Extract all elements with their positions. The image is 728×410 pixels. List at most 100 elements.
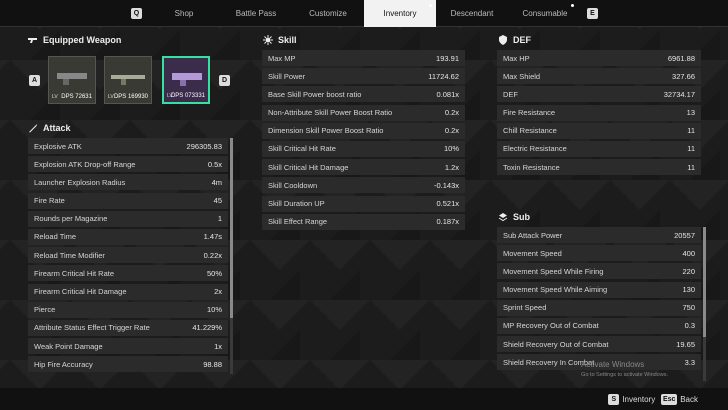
tab-inventory[interactable]: Inventory <box>364 0 436 27</box>
stat-value: 10% <box>443 144 459 154</box>
weapon-dps: DPS 169930 <box>113 94 148 100</box>
stat-label: Skill Critical Hit Damage <box>268 162 349 172</box>
stat-value: 0.2x <box>444 126 459 136</box>
weapon-slot-3-selected[interactable]: LV DPS 073331 <box>162 56 210 104</box>
stat-row: Firearm Critical Hit Damage 2x <box>28 283 228 300</box>
stat-row: Explosion ATK Drop-off Range 0.5x <box>28 156 228 173</box>
stat-value: 0.2x <box>444 108 459 118</box>
inventory-key: S <box>608 393 620 405</box>
stat-row: Fire Resistance 13 <box>497 104 701 121</box>
scrollbar-thumb[interactable] <box>230 138 233 318</box>
back-key: Esc <box>661 393 678 405</box>
stat-row: Reload Time Modifier 0.22x <box>28 247 228 264</box>
prev-weapon-key[interactable]: A <box>29 75 40 86</box>
stat-label: Skill Duration UP <box>268 199 325 208</box>
top-navigation-bar: Q Shop Battle Pass Customize Inventory D… <box>0 0 728 27</box>
stat-row: Movement Speed 400 <box>497 245 701 262</box>
tab-label: Customize <box>309 9 347 18</box>
prev-tab-key[interactable]: Q <box>131 8 142 19</box>
inventory-button[interactable]: S Inventory <box>608 393 655 405</box>
def-stats-table: Max HP 6961.88 Max Shield 327.66 DEF 32734.17… <box>497 50 701 177</box>
stat-row: Toxin Resistance 11 <box>497 159 701 176</box>
stat-row: Hip Fire Accuracy 98.88 <box>28 356 228 373</box>
stat-value: 11724.62 <box>428 71 459 81</box>
section-title: Equipped Weapon <box>43 35 122 45</box>
stat-row: Pierce 10% <box>28 301 228 318</box>
rifle-icon <box>111 75 145 85</box>
sword-icon <box>29 124 37 133</box>
stat-row: Chill Resistance 11 <box>497 122 701 139</box>
stat-row: Launcher Explosion Radius 4m <box>28 174 228 191</box>
section-title: Sub <box>513 212 530 222</box>
stat-value: 11 <box>687 144 695 154</box>
stat-label: Firearm Critical Hit Rate <box>34 268 115 278</box>
attack-scrollbar[interactable] <box>230 138 233 374</box>
stat-row: Max Shield 327.66 <box>497 68 701 85</box>
stat-value: 0.3 <box>684 321 695 331</box>
tab-label: Descendant <box>450 9 494 18</box>
stat-label: Base Skill Power boost ratio <box>268 89 362 99</box>
stat-value: 11 <box>687 126 695 136</box>
skill-stats-table: Max MP 193.91 Skill Power 11724.62 Base Skil… <box>262 50 465 232</box>
stat-row: Max MP 193.91 <box>262 50 465 66</box>
stat-value: 19.65 <box>676 339 695 349</box>
stat-row: Fire Rate 45 <box>28 192 228 209</box>
stat-label: Electric Resistance <box>503 144 567 154</box>
back-label: Back <box>680 394 698 404</box>
next-tab-key[interactable]: E <box>587 8 598 19</box>
stat-label: Firearm Critical Hit Damage <box>34 287 127 296</box>
stat-value: 2x <box>214 287 222 296</box>
tab-consumable[interactable]: Consumable <box>512 0 578 27</box>
tab-customize[interactable]: Customize <box>300 0 356 27</box>
tab-battle-pass[interactable]: Battle Pass <box>225 0 287 27</box>
weapon-dps: DPS 72631 <box>61 94 92 100</box>
stat-value: 0.187x <box>436 217 459 227</box>
weapon-slot-1[interactable]: LV DPS 72631 <box>48 56 96 104</box>
attack-stats-table: Explosive ATK 296305.83 Explosion ATK Drop… <box>28 138 228 374</box>
weapon-slot-2[interactable]: LV DPS 169930 <box>104 56 152 104</box>
stat-label: Explosive ATK <box>34 141 82 151</box>
stat-label: Movement Speed <box>503 248 562 258</box>
watermark-line-2: Go to Settings to activate Windows. <box>581 372 668 378</box>
stat-label: Toxin Resistance <box>503 162 560 172</box>
stat-row: Weak Point Damage 1x <box>28 338 228 355</box>
stat-row: Skill Critical Hit Rate 10% <box>262 140 465 157</box>
stat-value: 41.229% <box>192 323 222 333</box>
stat-value: 327.66 <box>672 71 695 81</box>
stat-label: Dimension Skill Power Boost Ratio <box>268 126 384 136</box>
stat-value: 0.5x <box>207 159 222 169</box>
stat-label: Pierce <box>34 305 56 315</box>
stat-value: 1 <box>217 214 222 224</box>
stat-label: Skill Power <box>268 71 306 81</box>
stat-value: 98.88 <box>203 359 222 369</box>
stat-label: Skill Cooldown <box>268 180 318 190</box>
equipped-weapon-header: Equipped Weapon <box>28 35 121 45</box>
tab-descendant[interactable]: Descendant <box>443 0 501 27</box>
stat-label: Movement Speed While Firing <box>503 266 604 276</box>
stat-label: Shield Recovery Out of Combat <box>503 339 609 349</box>
stat-value: 220 <box>682 266 695 276</box>
stat-value: 45 <box>213 196 222 206</box>
sub-scrollbar[interactable] <box>703 227 706 381</box>
stat-row: Electric Resistance 11 <box>497 140 701 157</box>
stat-value: 400 <box>682 248 695 258</box>
next-weapon-key[interactable]: D <box>219 75 230 86</box>
stat-label: Sub Attack Power <box>503 230 563 240</box>
tab-shop[interactable]: Shop <box>160 0 208 27</box>
stat-row: Explosive ATK 296305.83 <box>28 138 228 154</box>
stat-label: Skill Effect Range <box>268 217 328 227</box>
back-button[interactable]: Esc Back <box>661 393 698 405</box>
stat-value: 750 <box>682 303 695 313</box>
activate-windows-watermark: Activate Windows Go to Settings to activ… <box>581 360 668 380</box>
stat-row: DEF 32734.17 <box>497 86 701 103</box>
sub-header: Sub <box>498 212 530 222</box>
launcher-icon <box>172 73 202 86</box>
scrollbar-thumb[interactable] <box>703 227 706 337</box>
stat-value: 0.081x <box>436 89 459 99</box>
stat-value: 193.91 <box>436 53 459 63</box>
stat-label: Non-Attribute Skill Power Boost Ratio <box>268 108 393 118</box>
stat-row: Non-Attribute Skill Power Boost Ratio 0.2… <box>262 104 465 121</box>
stat-label: DEF <box>503 89 518 99</box>
shield-icon <box>499 35 507 45</box>
watermark-line-1: Activate Windows <box>581 360 645 369</box>
